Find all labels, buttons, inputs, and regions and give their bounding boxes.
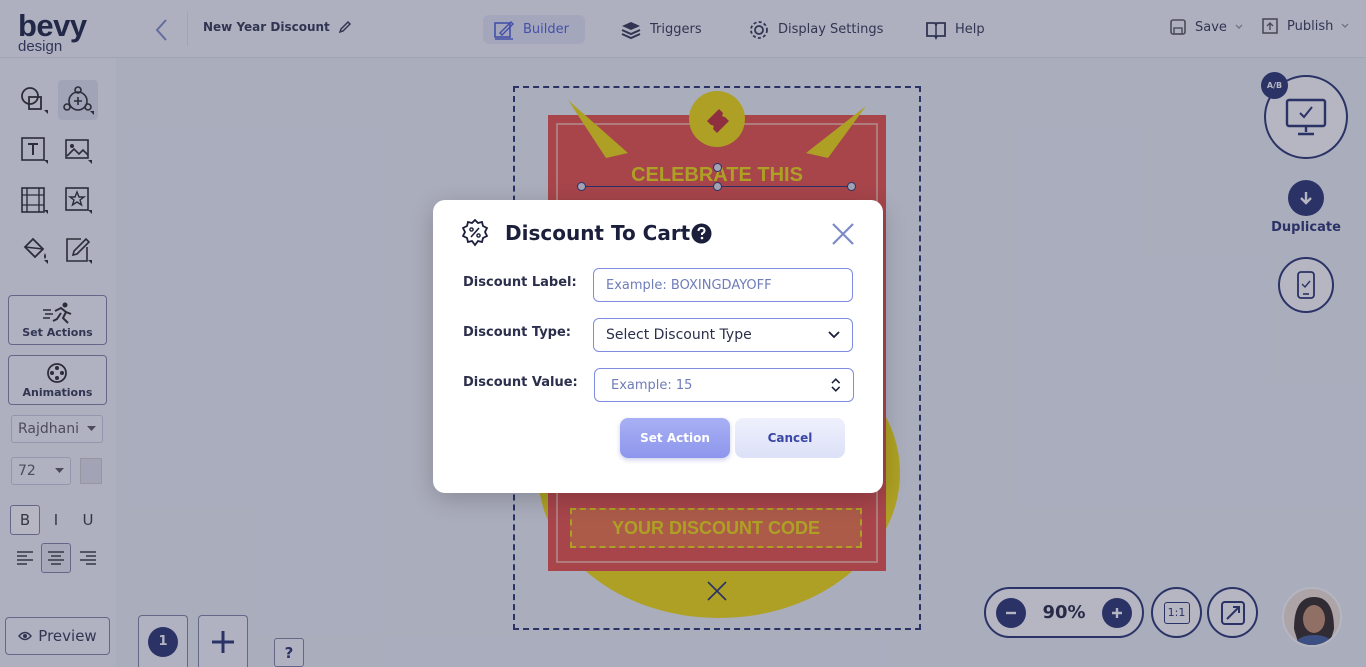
discount-value-input[interactable]	[607, 377, 832, 393]
discount-value-label: Discount Value:	[463, 375, 578, 390]
modal-title: Discount To Cart	[505, 221, 691, 245]
cancel-button[interactable]: Cancel	[735, 418, 845, 458]
discount-type-value: Select Discount Type	[606, 327, 752, 343]
discount-badge-icon	[461, 219, 489, 247]
discount-label-input[interactable]	[606, 277, 840, 293]
set-action-button[interactable]: Set Action	[620, 418, 730, 458]
discount-label-label: Discount Label:	[463, 275, 577, 290]
discount-label-field[interactable]	[593, 268, 853, 302]
close-icon[interactable]	[831, 222, 855, 246]
discount-type-select[interactable]: Select Discount Type	[593, 318, 853, 352]
discount-type-label: Discount Type:	[463, 325, 571, 340]
chevron-down-icon	[828, 331, 840, 339]
discount-to-cart-modal: Discount To Cart Discount Label: Discoun…	[433, 200, 883, 493]
spinner-arrows-icon[interactable]	[831, 377, 841, 393]
discount-value-field[interactable]	[594, 368, 854, 402]
question-circle-icon[interactable]	[691, 223, 712, 244]
